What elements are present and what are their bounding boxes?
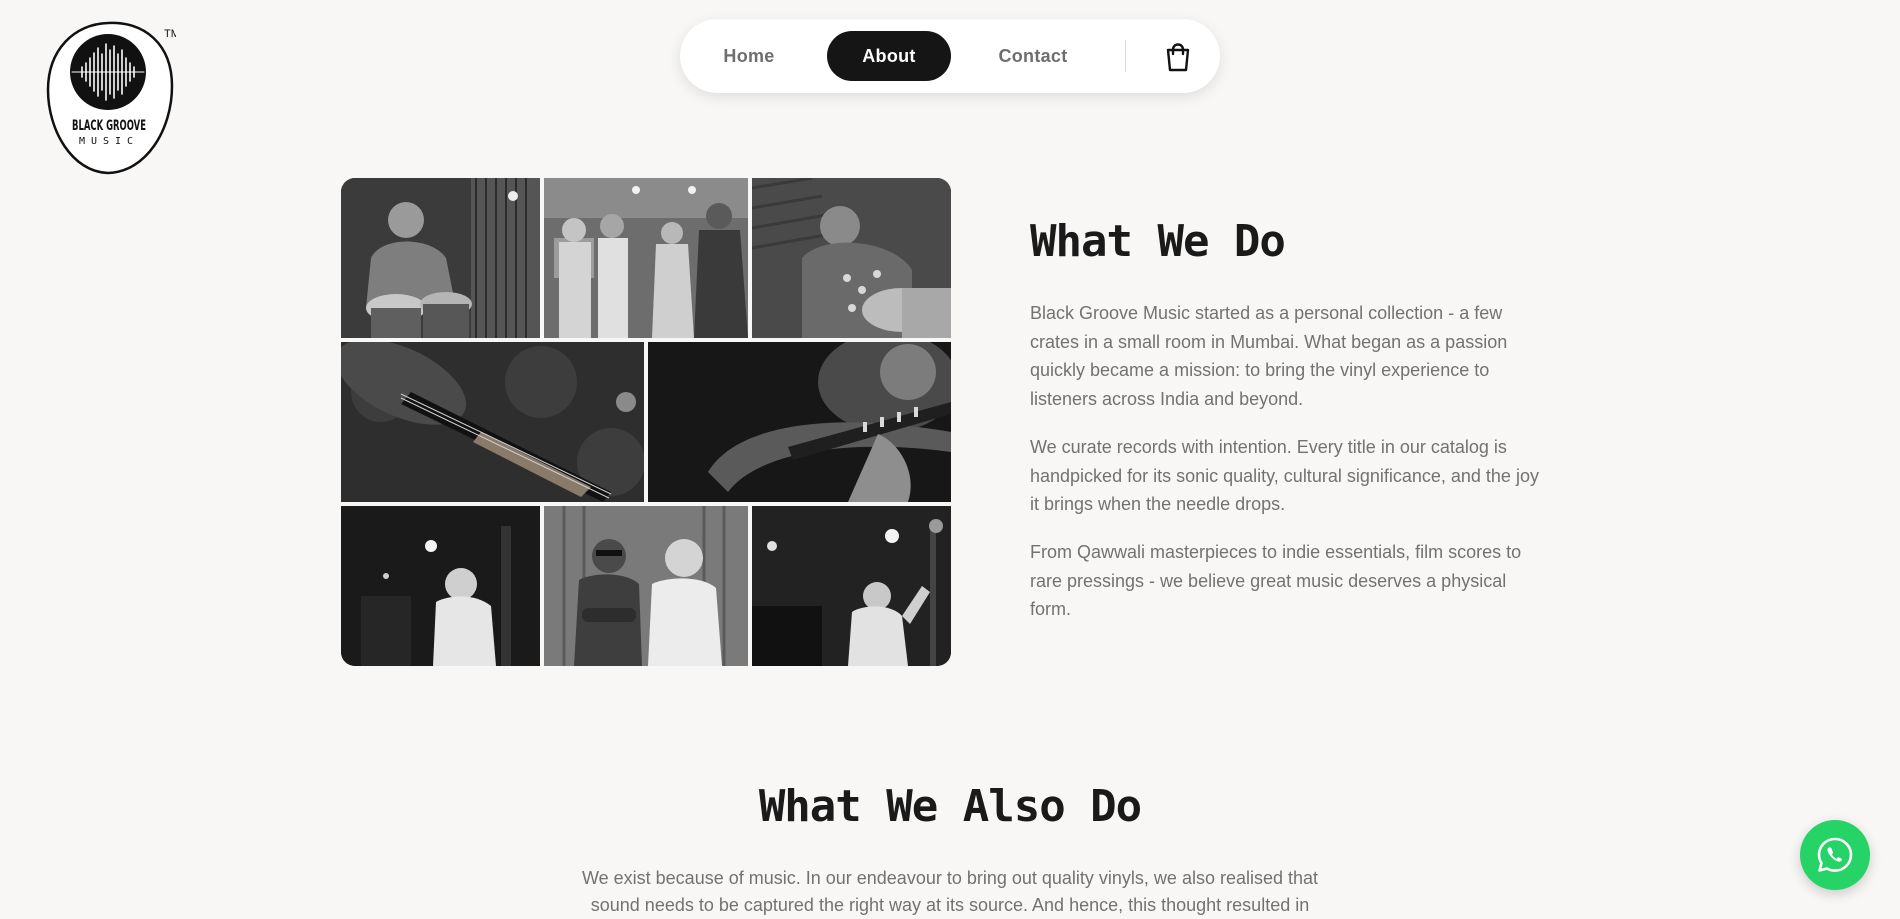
brand-logo[interactable]: BLACK GROOVE MUSIC TM [46,20,176,176]
what-we-do-heading: What We Do [1030,216,1286,267]
photo-dholak-player [752,178,951,338]
what-we-do-paragraph-2: We curate records with intention. Every … [1030,437,1539,514]
whatsapp-button[interactable] [1800,820,1870,890]
logo-line-1: BLACK GROOVE [72,118,146,134]
what-we-also-do-heading: What We Also Do [758,781,1142,832]
trademark-mark: TM [164,28,176,40]
nav-divider [1125,40,1126,72]
nav-contact[interactable]: Contact [968,31,1098,81]
whatsapp-icon [1817,837,1853,872]
logo-line-2: MUSIC [79,136,139,147]
photo-two-men [544,506,748,666]
what-we-do-paragraph-1: Black Groove Music started as a personal… [1030,303,1508,409]
photo-sitar-closeup [341,342,644,502]
photo-recording-group [544,178,748,338]
photo-sitar-player [648,342,951,502]
photo-tabla-player [341,178,540,338]
photo-singer-gesturing [752,506,951,666]
nav-home[interactable]: Home [694,31,804,81]
what-we-also-do-paragraph: We exist because of music. In our endeav… [581,868,1319,915]
nav-about[interactable]: About [827,31,951,81]
photo-singer-studio [341,506,540,666]
shopping-bag-icon[interactable] [1160,39,1196,75]
main-nav: Home About Contact [680,19,1220,93]
photo-gallery [341,178,951,666]
what-we-do-paragraph-3: From Qawwali masterpieces to indie essen… [1030,542,1522,619]
